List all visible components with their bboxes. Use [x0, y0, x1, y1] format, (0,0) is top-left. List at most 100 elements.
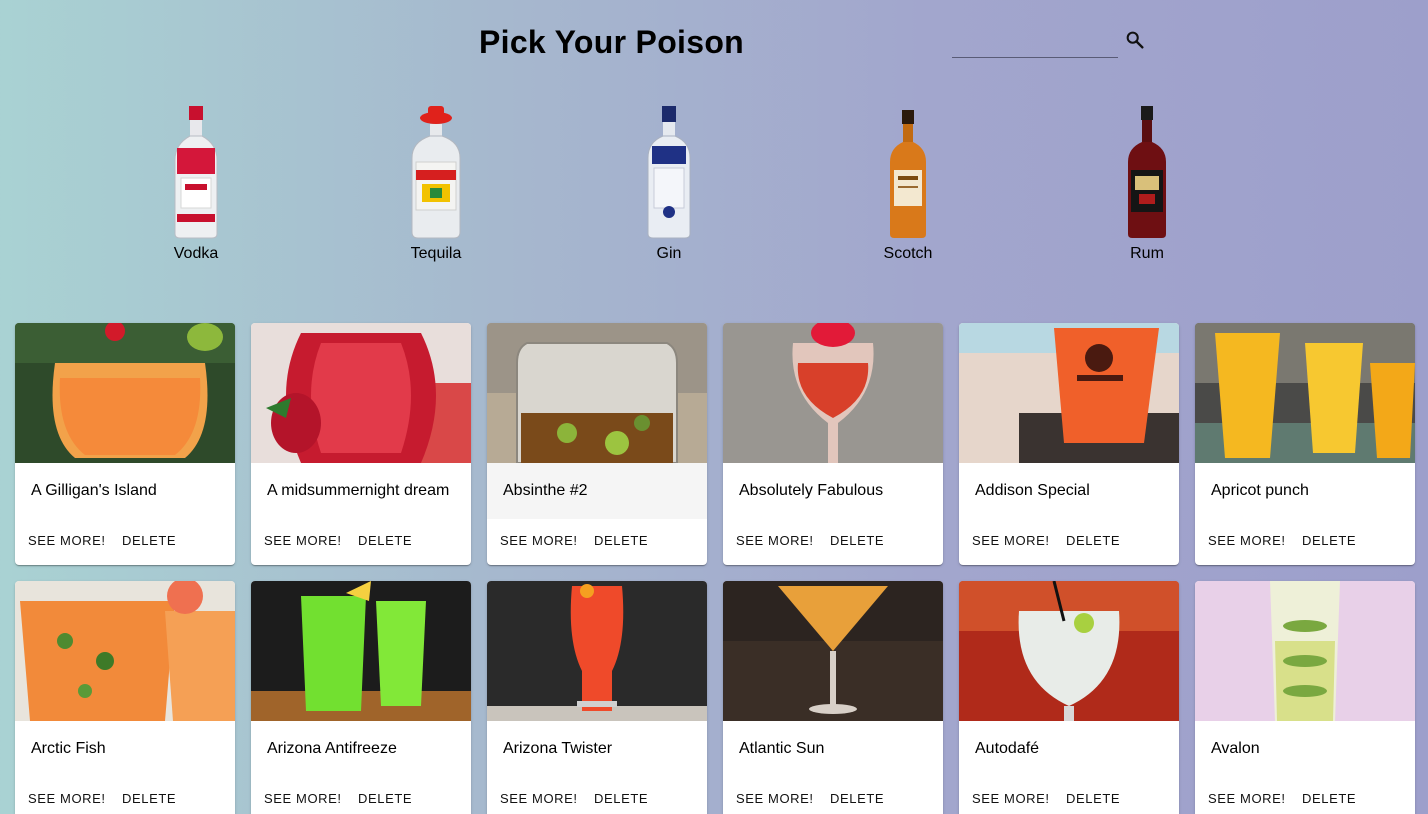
search-icon[interactable]	[1124, 29, 1146, 51]
delete-button[interactable]: Delete	[353, 527, 417, 555]
card-actions: See more! Delete	[487, 777, 707, 814]
card-title-area[interactable]: Arctic Fish	[15, 721, 235, 777]
cocktail-card: Arizona Twister See more! Delete	[487, 581, 707, 814]
spirit-vodka[interactable]: Vodka	[141, 104, 251, 268]
card-actions: See more! Delete	[1195, 519, 1415, 565]
card-actions: See more! Delete	[251, 519, 471, 565]
card-title: Atlantic Sun	[739, 740, 825, 757]
card-title-area[interactable]: Atlantic Sun	[723, 721, 943, 777]
cocktail-card: Avalon See more! Delete	[1195, 581, 1415, 814]
page-title: Pick Your Poison	[479, 24, 745, 60]
card-title-area[interactable]: Autodafé	[959, 721, 1179, 777]
card-actions: See more! Delete	[959, 777, 1179, 814]
spirit-label: Scotch	[883, 245, 933, 262]
spirit-label: Vodka	[173, 245, 219, 262]
see-more-button[interactable]: See more!	[967, 785, 1055, 813]
card-actions: See more! Delete	[487, 519, 707, 565]
card-title: Autodafé	[975, 740, 1040, 757]
see-more-button[interactable]: See more!	[495, 785, 583, 813]
card-title-area[interactable]: A Gilligan's Island	[15, 463, 235, 519]
delete-button[interactable]: Delete	[117, 527, 181, 555]
see-more-button[interactable]: See more!	[259, 785, 347, 813]
delete-button[interactable]: Delete	[353, 785, 417, 813]
card-actions: See more! Delete	[15, 519, 235, 565]
card-title-area[interactable]: A midsummernight dream	[251, 463, 471, 519]
gin-bottle-icon	[647, 106, 691, 239]
delete-button[interactable]: Delete	[825, 527, 889, 555]
card-title: Avalon	[1211, 740, 1260, 757]
card-title-area[interactable]: Apricot punch	[1195, 463, 1415, 519]
card-title-area[interactable]: Arizona Twister	[487, 721, 707, 777]
delete-button[interactable]: Delete	[1061, 527, 1125, 555]
vodka-bottle-icon	[174, 106, 218, 239]
cocktail-image[interactable]	[959, 581, 1179, 721]
cocktail-image[interactable]	[15, 323, 235, 463]
spirit-label: Gin	[656, 245, 682, 262]
cocktail-image[interactable]	[1195, 323, 1415, 463]
delete-button[interactable]: Delete	[1061, 785, 1125, 813]
cocktail-card: Absolutely Fabulous See more! Delete	[723, 323, 943, 565]
spirit-rum[interactable]: Rum	[1092, 104, 1202, 268]
card-title-area[interactable]: Arizona Antifreeze	[251, 721, 471, 777]
cocktail-image[interactable]	[723, 323, 943, 463]
delete-button[interactable]: Delete	[825, 785, 889, 813]
cocktail-image[interactable]	[723, 581, 943, 721]
card-title: A Gilligan's Island	[31, 482, 157, 499]
spirit-label: Rum	[1130, 245, 1164, 262]
search-input[interactable]	[952, 28, 1118, 58]
see-more-button[interactable]: See more!	[1203, 527, 1291, 555]
card-actions: See more! Delete	[1195, 777, 1415, 814]
spirit-label: Tequila	[410, 245, 462, 262]
cocktail-card: Autodafé See more! Delete	[959, 581, 1179, 814]
card-title: Apricot punch	[1211, 482, 1309, 499]
card-title: Arizona Antifreeze	[267, 740, 397, 757]
delete-button[interactable]: Delete	[589, 527, 653, 555]
card-title: Arctic Fish	[31, 740, 106, 757]
card-actions: See more! Delete	[723, 519, 943, 565]
scotch-bottle-icon	[890, 110, 926, 238]
cocktail-card: A Gilligan's Island See more! Delete	[15, 323, 235, 565]
see-more-button[interactable]: See more!	[1203, 785, 1291, 813]
delete-button[interactable]: Delete	[1297, 785, 1361, 813]
spirit-scotch[interactable]: Scotch	[853, 104, 963, 268]
card-title: Absolutely Fabulous	[739, 482, 884, 499]
rum-bottle-icon	[1128, 106, 1166, 238]
cocktail-card: Absinthe #2 See more! Delete	[487, 323, 707, 565]
cocktail-image[interactable]	[487, 581, 707, 721]
card-title: A midsummernight dream	[267, 482, 450, 499]
spirit-tequila[interactable]: Tequila	[381, 104, 491, 268]
see-more-button[interactable]: See more!	[259, 527, 347, 555]
spirit-gin[interactable]: Gin	[614, 104, 724, 268]
delete-button[interactable]: Delete	[589, 785, 653, 813]
cocktail-card: A midsummernight dream See more! Delete	[251, 323, 471, 565]
cocktail-image[interactable]	[959, 323, 1179, 463]
card-actions: See more! Delete	[15, 777, 235, 814]
delete-button[interactable]: Delete	[117, 785, 181, 813]
tequila-bottle-icon	[411, 106, 461, 239]
see-more-button[interactable]: See more!	[967, 527, 1055, 555]
card-title-area[interactable]: Avalon	[1195, 721, 1415, 777]
cocktail-card: Arctic Fish See more! Delete	[15, 581, 235, 814]
cocktail-card: Arizona Antifreeze See more! Delete	[251, 581, 471, 814]
cocktail-image[interactable]	[487, 323, 707, 463]
card-title: Arizona Twister	[503, 740, 613, 757]
cocktail-image[interactable]	[251, 323, 471, 463]
cocktail-image[interactable]	[251, 581, 471, 721]
see-more-button[interactable]: See more!	[495, 527, 583, 555]
card-title: Absinthe #2	[503, 482, 588, 499]
card-title-area[interactable]: Absolutely Fabulous	[723, 463, 943, 519]
see-more-button[interactable]: See more!	[23, 785, 111, 813]
card-actions: See more! Delete	[723, 777, 943, 814]
card-title-area[interactable]: Absinthe #2	[487, 463, 707, 519]
cocktail-image[interactable]	[1195, 581, 1415, 721]
cocktail-card: Apricot punch See more! Delete	[1195, 323, 1415, 565]
delete-button[interactable]: Delete	[1297, 527, 1361, 555]
see-more-button[interactable]: See more!	[731, 527, 819, 555]
see-more-button[interactable]: See more!	[731, 785, 819, 813]
see-more-button[interactable]: See more!	[23, 527, 111, 555]
cocktail-card: Addison Special See more! Delete	[959, 323, 1179, 565]
card-actions: See more! Delete	[251, 777, 471, 814]
cocktail-card: Atlantic Sun See more! Delete	[723, 581, 943, 814]
card-title-area[interactable]: Addison Special	[959, 463, 1179, 519]
cocktail-image[interactable]	[15, 581, 235, 721]
